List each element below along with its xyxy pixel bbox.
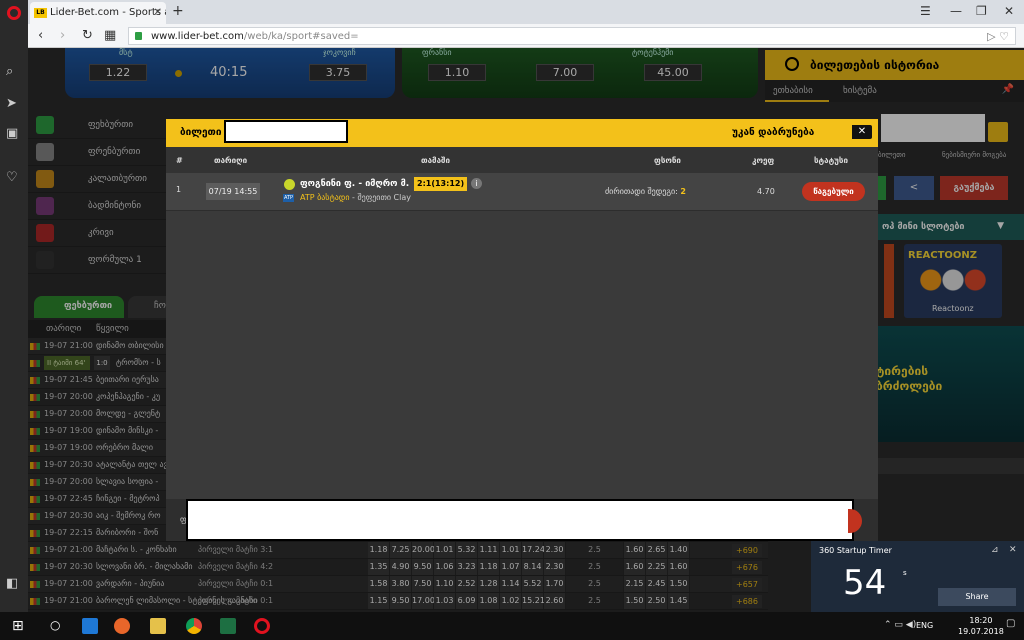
status-badge: წაგებული: [802, 182, 865, 201]
bet-value: 2: [680, 187, 686, 196]
atp-icon: ATP: [283, 194, 294, 202]
row-bet: ძირითადი შედეგი: 2: [605, 187, 686, 196]
timer-count: 54: [843, 563, 887, 603]
tray-icons[interactable]: ⌃ ▭ ◀): [884, 620, 916, 630]
clock-date: 19.07.2018: [958, 627, 1004, 636]
clock[interactable]: 18:20 19.07.2018: [958, 615, 1004, 637]
tab-close-icon[interactable]: ✕: [154, 7, 162, 18]
reload-icon[interactable]: ↻: [82, 28, 93, 43]
edge-icon[interactable]: [82, 618, 98, 634]
search-icon[interactable]: ○: [50, 618, 66, 634]
back-button-label[interactable]: უკან დაბრუნება: [732, 127, 814, 138]
speed-dial-icon[interactable]: ▦: [104, 28, 116, 43]
modal-footer: ფ: [166, 499, 878, 541]
forward-icon[interactable]: ›: [60, 28, 65, 43]
back-icon[interactable]: ‹: [38, 28, 43, 43]
notifications-icon[interactable]: ▢: [1006, 618, 1022, 634]
tennis-ball-icon: [284, 179, 295, 190]
row-date: 07/19 14:55: [206, 183, 260, 200]
chrome-icon[interactable]: [186, 618, 202, 634]
url-path: /web/ka/sport#saved=: [243, 31, 359, 42]
browser-tab[interactable]: LB Lider-Bet.com - Sports an ✕: [30, 2, 166, 24]
column-coefficient: კოეფ: [752, 156, 775, 165]
minimize-icon[interactable]: —: [950, 4, 962, 18]
info-icon[interactable]: i: [471, 178, 482, 189]
modal-header: ბილეთი უკან დაბრუნება ✕: [166, 119, 878, 147]
tab-title: Lider-Bet.com - Sports an: [50, 7, 166, 18]
lock-icon: [135, 32, 142, 40]
browser-tab-bar: LB Lider-Bet.com - Sports an ✕ + ☰ — ❐ ✕: [0, 0, 1024, 24]
timer-unit: s: [903, 569, 907, 577]
row-match: ფოგნინი ფ. - იმღრო მ.: [300, 179, 410, 189]
opera-icon[interactable]: [254, 618, 270, 634]
backspace-icon[interactable]: ✕: [852, 125, 872, 139]
column-bet: ფსონი: [654, 156, 681, 165]
column-match: თამაში: [421, 156, 450, 165]
redacted-ticket-id: [224, 120, 348, 143]
search-icon[interactable]: ⌕: [6, 64, 13, 79]
windows-start-icon[interactable]: ⊞: [12, 618, 28, 634]
language-indicator[interactable]: ENG: [916, 621, 933, 630]
row-number: 1: [176, 185, 182, 194]
modal-title: ბილეთი: [180, 127, 222, 138]
column-status: სტატუსი: [814, 156, 848, 165]
column-number: #: [176, 156, 183, 165]
modal-column-headers: # თარიღი თამაში ფსონი კოეფ სტატუსი: [166, 147, 878, 173]
minimize-icon[interactable]: ⊿: [991, 545, 999, 555]
toast-title: 360 Startup Timer: [819, 546, 892, 555]
row-score: 2:1(13:12): [414, 177, 468, 191]
url-input[interactable]: www.lider-bet.com/web/ka/sport#saved= ▷ …: [128, 27, 1016, 45]
heart-icon[interactable]: ♡: [6, 170, 18, 185]
column-date: თარიღი: [214, 156, 248, 165]
surface: - შეფეითი Clay: [349, 193, 411, 202]
address-bar: ‹ › ↻ ▦ www.lider-bet.com/web/ka/sport#s…: [0, 24, 1024, 48]
close-icon[interactable]: ✕: [1009, 545, 1017, 555]
redacted-footer: [186, 499, 854, 541]
bet-label: ძირითადი შედეგი:: [605, 187, 681, 196]
share-button[interactable]: Share: [938, 588, 1016, 606]
send-icon[interactable]: ➤: [6, 96, 17, 111]
folder-icon[interactable]: [150, 618, 166, 634]
ticket-modal: ბილეთი უკან დაბრუნება ✕ # თარიღი თამაში …: [166, 119, 878, 541]
ticket-row: 1 07/19 14:55 ATP ფოგნინი ფ. - იმღრო მ. …: [166, 173, 878, 211]
taskbar: ⊞ ○ ⌃ ▭ ◀) ENG 18:20 19.07.2018 ▢: [0, 612, 1024, 640]
tab-menu-icon[interactable]: ☰: [920, 4, 931, 18]
firefox-icon[interactable]: [114, 618, 130, 634]
camera-icon[interactable]: ▣: [6, 126, 18, 141]
close-window-icon[interactable]: ✕: [1004, 4, 1014, 18]
league-name: ATP ბასტადი: [300, 193, 350, 202]
row-coefficient: 4.70: [757, 187, 775, 196]
footer-red-button[interactable]: [848, 509, 862, 533]
new-tab-icon[interactable]: +: [172, 3, 184, 19]
startup-timer-toast: 360 Startup Timer ⊿ ✕ 54 s Share: [811, 541, 1024, 612]
sidebar-toggle-icon[interactable]: ◧: [6, 576, 18, 591]
row-league: ATP ბასტადი - შეფეითი Clay: [300, 193, 411, 202]
url-host: www.lider-bet.com: [151, 31, 244, 42]
opera-sidebar: ⌕ ➤ ▣ ♡ ◧: [0, 0, 28, 612]
maximize-icon[interactable]: ❐: [976, 4, 987, 18]
site-favicon-icon: LB: [34, 8, 47, 18]
url-actions[interactable]: ▷ ♡: [987, 30, 1009, 43]
opera-logo-icon[interactable]: [7, 6, 21, 20]
clock-time: 18:20: [969, 616, 993, 625]
excel-icon[interactable]: [220, 618, 236, 634]
